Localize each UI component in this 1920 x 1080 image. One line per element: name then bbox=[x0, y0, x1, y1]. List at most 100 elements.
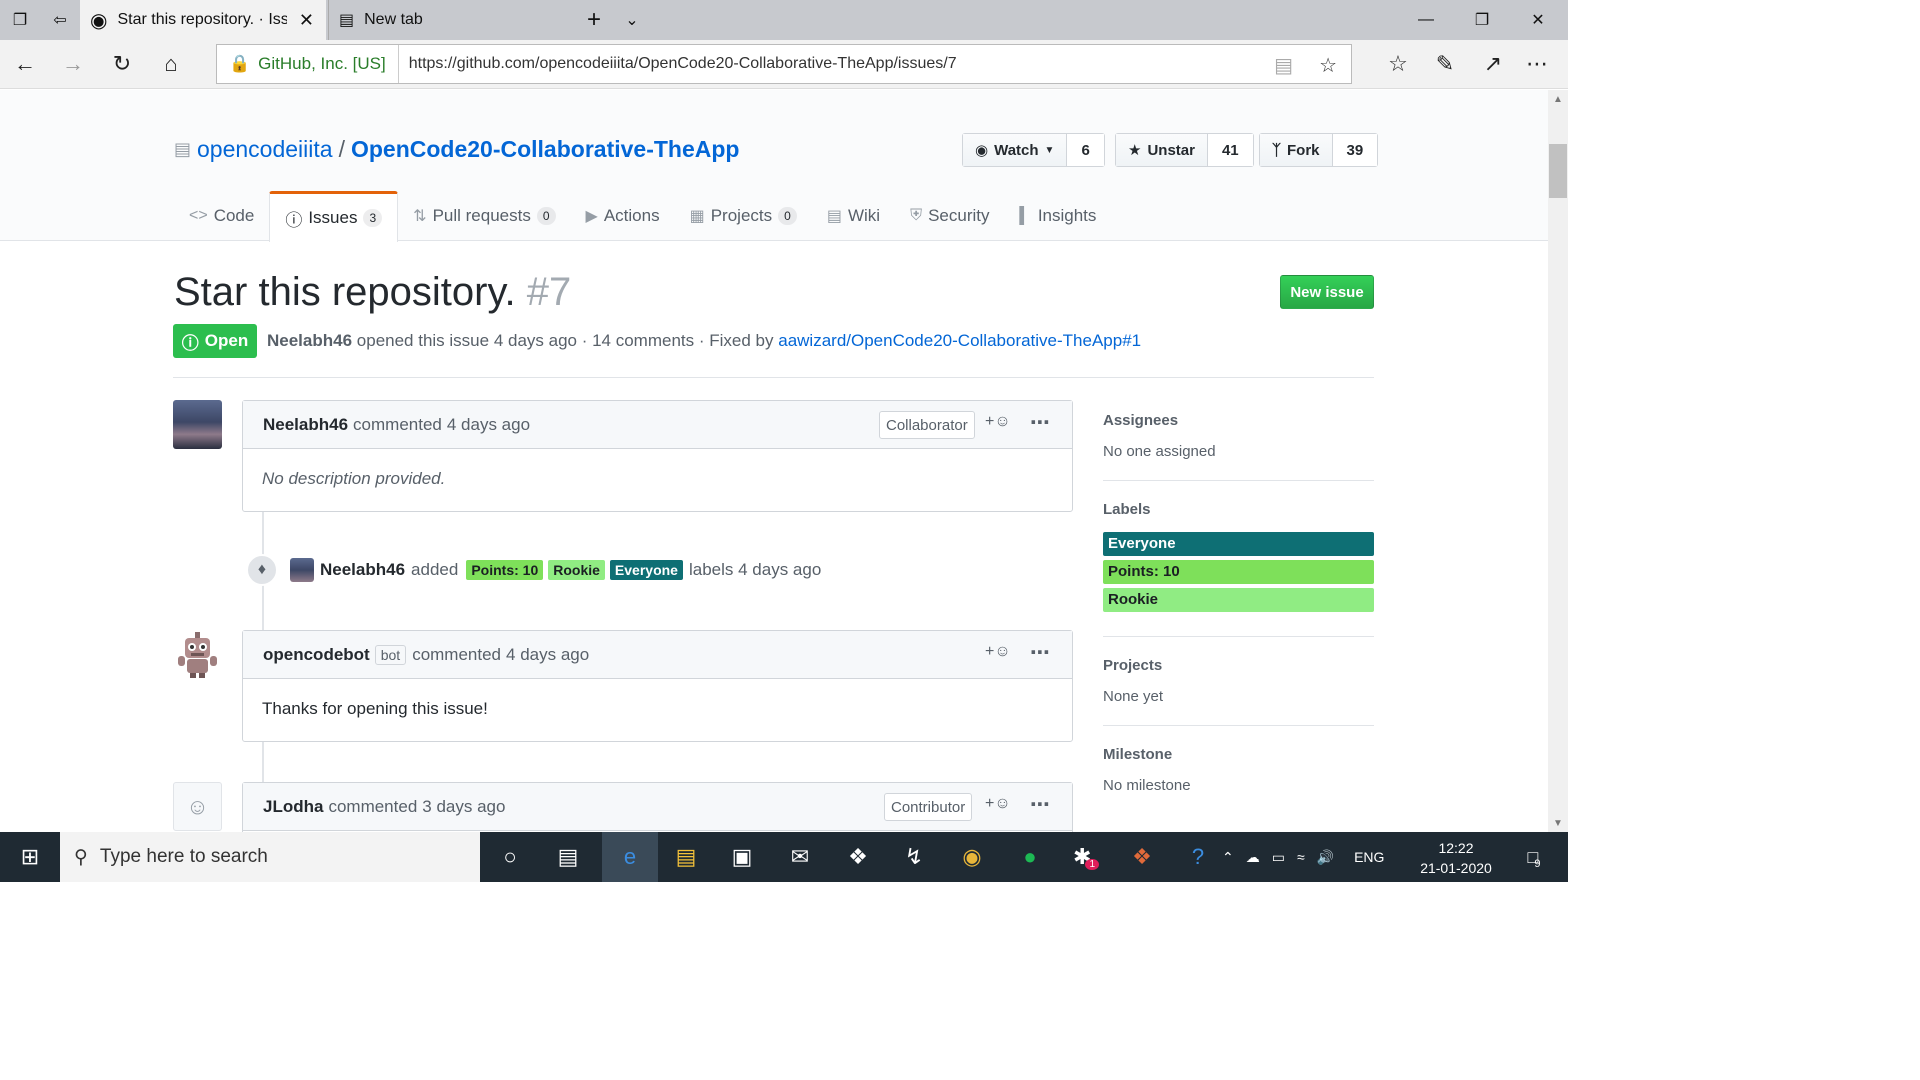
task-view-icon[interactable]: ▤ bbox=[540, 832, 596, 882]
watch-button[interactable]: ◉ Watch ▼ bbox=[963, 134, 1068, 166]
avatar[interactable] bbox=[173, 400, 222, 449]
battery-icon[interactable]: ▭ bbox=[1272, 849, 1285, 866]
new-tab-icon[interactable]: + bbox=[574, 0, 614, 40]
windows-start-icon[interactable]: ⊞ bbox=[2, 832, 58, 882]
scroll-down-icon[interactable]: ▼ bbox=[1548, 814, 1568, 832]
scrollbar-thumb[interactable] bbox=[1549, 144, 1567, 198]
label-rookie[interactable]: Rookie bbox=[548, 560, 605, 580]
more-menu-icon[interactable]: ⋯ bbox=[1515, 40, 1559, 88]
fixed-by-link[interactable]: aawizard/OpenCode20-Collaborative-TheApp… bbox=[778, 331, 1141, 350]
comment-author-link[interactable]: opencodebot bbox=[263, 645, 370, 665]
comment-timestamp[interactable]: 3 days ago bbox=[422, 797, 505, 817]
onedrive-icon[interactable]: ☁ bbox=[1246, 849, 1260, 866]
sidebar-label-rookie[interactable]: Rookie bbox=[1103, 588, 1374, 612]
sidebar-label-points[interactable]: Points: 10 bbox=[1103, 560, 1374, 584]
sidebar-heading[interactable]: Projects bbox=[1103, 657, 1374, 674]
unstar-button[interactable]: ★ Unstar bbox=[1116, 134, 1208, 166]
add-reaction-icon[interactable]: +☺ bbox=[985, 643, 1011, 661]
mail-icon[interactable]: ✉ bbox=[772, 832, 828, 882]
sidebar-label-everyone[interactable]: Everyone bbox=[1103, 532, 1374, 556]
favorites-icon[interactable]: ☆ bbox=[1376, 40, 1420, 88]
volume-icon[interactable]: 🔊 bbox=[1317, 849, 1334, 866]
home-icon[interactable]: ⌂ bbox=[149, 40, 193, 88]
comment-timestamp[interactable]: 4 days ago bbox=[506, 645, 589, 665]
tab-wiki[interactable]: ▤ Wiki bbox=[812, 191, 895, 241]
taskbar-clock[interactable]: 12:22 21-01-2020 bbox=[1410, 838, 1502, 878]
wifi-icon[interactable]: ≈ bbox=[1297, 849, 1305, 865]
tab-preview-chevron-icon[interactable]: ⌄ bbox=[612, 0, 652, 40]
star-group: ★ Unstar 41 bbox=[1115, 133, 1254, 167]
comment-author-link[interactable]: Neelabh46 bbox=[263, 415, 348, 435]
taskbar-search[interactable]: ⚲ Type here to search bbox=[60, 832, 480, 882]
tab-issues[interactable]: ⓘ Issues 3 bbox=[269, 191, 399, 242]
git-client-icon[interactable]: ❖ bbox=[1114, 832, 1170, 882]
refresh-icon[interactable]: ↻ bbox=[100, 40, 144, 88]
comment-timestamp[interactable]: 4 days ago bbox=[447, 415, 530, 435]
comment-options-icon[interactable]: ⋯ bbox=[1030, 640, 1051, 665]
web-note-icon[interactable]: ✎ bbox=[1423, 40, 1467, 88]
tab-projects[interactable]: ▦ Projects 0 bbox=[675, 191, 812, 241]
action-center-icon[interactable]: □ 9 bbox=[1506, 832, 1562, 882]
fork-count[interactable]: 39 bbox=[1332, 134, 1378, 166]
tab-code[interactable]: <> Code bbox=[174, 191, 269, 241]
tab-insights[interactable]: ▍ Insights bbox=[1005, 191, 1112, 241]
site-identity[interactable]: 🔒 GitHub, Inc. [US] bbox=[217, 45, 399, 83]
avatar[interactable]: ☺ bbox=[173, 782, 222, 831]
label-points[interactable]: Points: 10 bbox=[466, 560, 544, 580]
avatar[interactable] bbox=[173, 630, 222, 679]
close-tab-icon[interactable]: ✕ bbox=[299, 10, 314, 31]
back-icon[interactable]: ← bbox=[3, 40, 47, 88]
tray-chevron-up-icon[interactable]: ⌃ bbox=[1222, 849, 1234, 866]
issue-author-link[interactable]: Neelabh46 bbox=[267, 331, 352, 350]
new-tab-page-icon: ▤ bbox=[339, 12, 355, 29]
star-count[interactable]: 41 bbox=[1207, 134, 1253, 166]
sidebar-heading[interactable]: Assignees bbox=[1103, 412, 1374, 429]
repo-owner-link[interactable]: opencodeiiita bbox=[197, 136, 333, 163]
label-everyone[interactable]: Everyone bbox=[609, 560, 683, 580]
help-icon[interactable]: ? bbox=[1170, 832, 1226, 882]
reading-view-icon[interactable]: ▤ bbox=[1274, 53, 1293, 78]
app-lightning-icon[interactable]: ↯ bbox=[886, 832, 942, 882]
new-issue-button[interactable]: New issue bbox=[1280, 275, 1374, 309]
tab-manager-icon[interactable]: ❐ bbox=[0, 0, 40, 40]
repo-name-link[interactable]: OpenCode20-Collaborative-TheApp bbox=[351, 136, 739, 163]
avatar[interactable] bbox=[290, 558, 314, 582]
set-tabs-aside-icon[interactable]: ⇦ bbox=[40, 0, 80, 40]
forward-icon[interactable]: → bbox=[51, 40, 95, 88]
share-icon[interactable]: ↗ bbox=[1471, 40, 1515, 88]
browser-tab-active[interactable]: ◉ Star this repository. · Iss ✕ bbox=[80, 0, 326, 40]
browser-tab-new[interactable]: ▤ New tab bbox=[328, 0, 572, 40]
page-scrollbar[interactable]: ▲ ▼ bbox=[1548, 90, 1568, 832]
close-window-icon[interactable]: ✕ bbox=[1510, 0, 1566, 40]
event-actor-link[interactable]: Neelabh46 bbox=[320, 560, 405, 580]
add-reaction-icon[interactable]: +☺ bbox=[985, 795, 1011, 813]
address-bar[interactable]: 🔒 GitHub, Inc. [US] https://github.com/o… bbox=[216, 44, 1352, 84]
spotify-icon[interactable]: ● bbox=[1002, 832, 1058, 882]
lock-icon: 🔒 bbox=[229, 54, 251, 73]
star-icon: ★ bbox=[1128, 142, 1142, 159]
comment-options-icon[interactable]: ⋯ bbox=[1030, 792, 1051, 817]
input-language[interactable]: ENG bbox=[1354, 849, 1384, 865]
fork-button[interactable]: ᛉ Fork bbox=[1260, 134, 1333, 166]
dropbox-icon[interactable]: ❖ bbox=[830, 832, 886, 882]
cortana-icon[interactable]: ○ bbox=[482, 832, 538, 882]
slack-icon[interactable]: ✱ 1 bbox=[1058, 832, 1114, 882]
favorite-star-icon[interactable]: ☆ bbox=[1319, 53, 1337, 78]
scroll-up-icon[interactable]: ▲ bbox=[1548, 90, 1568, 108]
sidebar-heading[interactable]: Labels bbox=[1103, 501, 1374, 518]
add-reaction-icon[interactable]: +☺ bbox=[985, 413, 1011, 431]
file-explorer-icon[interactable]: ▤ bbox=[658, 832, 714, 882]
comment-author-link[interactable]: JLodha bbox=[263, 797, 323, 817]
comment-options-icon[interactable]: ⋯ bbox=[1030, 410, 1051, 435]
store-icon[interactable]: ▣ bbox=[714, 832, 770, 882]
chrome-icon[interactable]: ◉ bbox=[944, 832, 1000, 882]
tab-security[interactable]: ⛨ Security bbox=[895, 191, 1004, 241]
watch-count[interactable]: 6 bbox=[1067, 134, 1104, 166]
edge-icon[interactable]: e bbox=[602, 832, 658, 882]
minimize-icon[interactable]: — bbox=[1398, 0, 1454, 40]
restore-icon[interactable]: ❐ bbox=[1454, 0, 1510, 40]
tab-actions[interactable]: ▶ Actions bbox=[571, 191, 675, 241]
url-text[interactable]: https://github.com/opencodeiiita/OpenCod… bbox=[399, 55, 957, 73]
sidebar-heading[interactable]: Milestone bbox=[1103, 746, 1374, 763]
tab-pull-requests[interactable]: ⇅ Pull requests 0 bbox=[398, 191, 570, 241]
